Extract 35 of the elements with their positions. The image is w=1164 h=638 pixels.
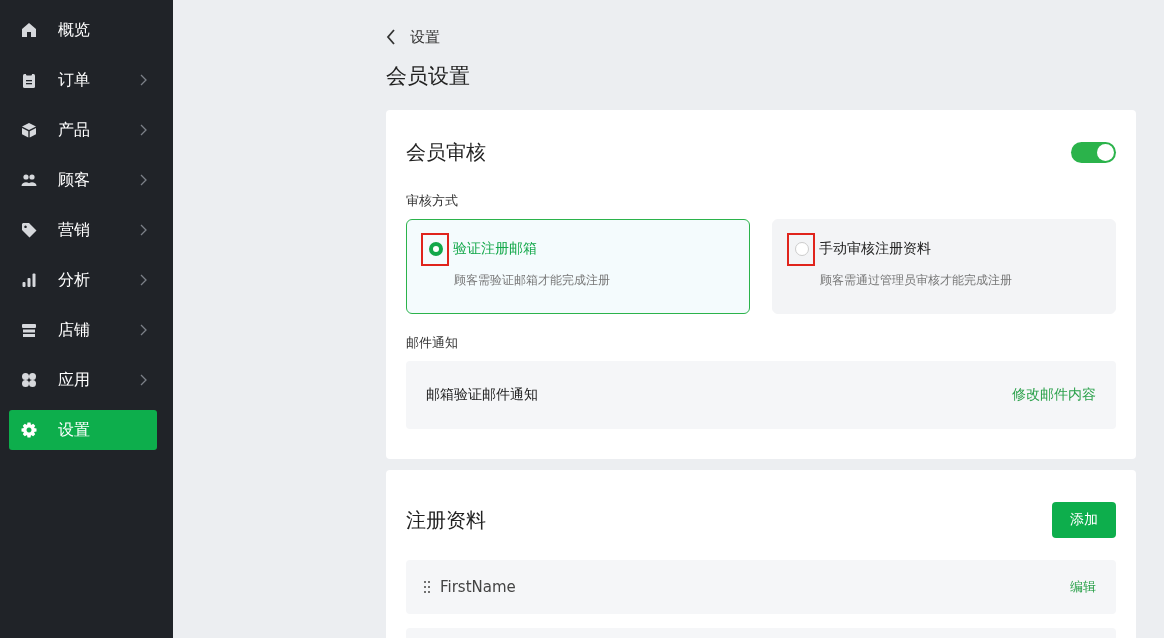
bar-chart-icon <box>21 272 37 288</box>
option-description: 顾客需通过管理员审核才能完成注册 <box>820 272 1013 289</box>
option-card[interactable]: 验证注册邮箱 顾客需验证邮箱才能完成注册 <box>406 219 750 314</box>
back-link[interactable]: 设置 <box>386 26 1136 48</box>
section-label: 审核方式 <box>406 192 459 210</box>
tag-icon <box>21 222 37 238</box>
row-label: 邮箱验证邮件通知 <box>426 386 539 404</box>
nav-item[interactable]: 产品 <box>9 110 157 150</box>
option-card[interactable]: 手动审核注册资料 顾客需通过管理员审核才能完成注册 <box>772 219 1116 314</box>
toggle-switch[interactable] <box>1071 141 1116 163</box>
nav-item[interactable]: 分析 <box>9 260 157 300</box>
store-icon <box>21 322 37 338</box>
option-label: 验证注册邮箱 <box>453 240 537 258</box>
card-title: 会员审核 <box>406 138 486 166</box>
radio-button[interactable] <box>795 242 809 256</box>
option-label: 手动审核注册资料 <box>819 240 931 258</box>
option-description: 顾客需验证邮箱才能完成注册 <box>454 272 611 289</box>
gear-icon <box>21 422 37 438</box>
section-label: 邮件通知 <box>406 334 459 352</box>
nav-item[interactable]: 应用 <box>9 360 157 400</box>
nav-item[interactable]: 概览 <box>9 10 157 50</box>
nav-item[interactable]: 营销 <box>9 210 157 250</box>
drag-handle-icon[interactable] <box>424 581 430 593</box>
home-icon <box>21 22 37 38</box>
clipboard-icon <box>21 72 37 88</box>
radio-button[interactable] <box>429 242 443 256</box>
page-title: 会员设置 <box>386 63 471 90</box>
grid-icon <box>21 372 37 388</box>
nav-item[interactable]: 顾客 <box>9 160 157 200</box>
box-icon <box>21 122 37 138</box>
people-icon <box>21 172 37 188</box>
card-title: 注册资料 <box>406 506 486 534</box>
nav-item[interactable]: 店铺 <box>9 310 157 350</box>
nav-item[interactable]: 订单 <box>9 60 157 100</box>
field-name: FirstName <box>440 578 517 596</box>
